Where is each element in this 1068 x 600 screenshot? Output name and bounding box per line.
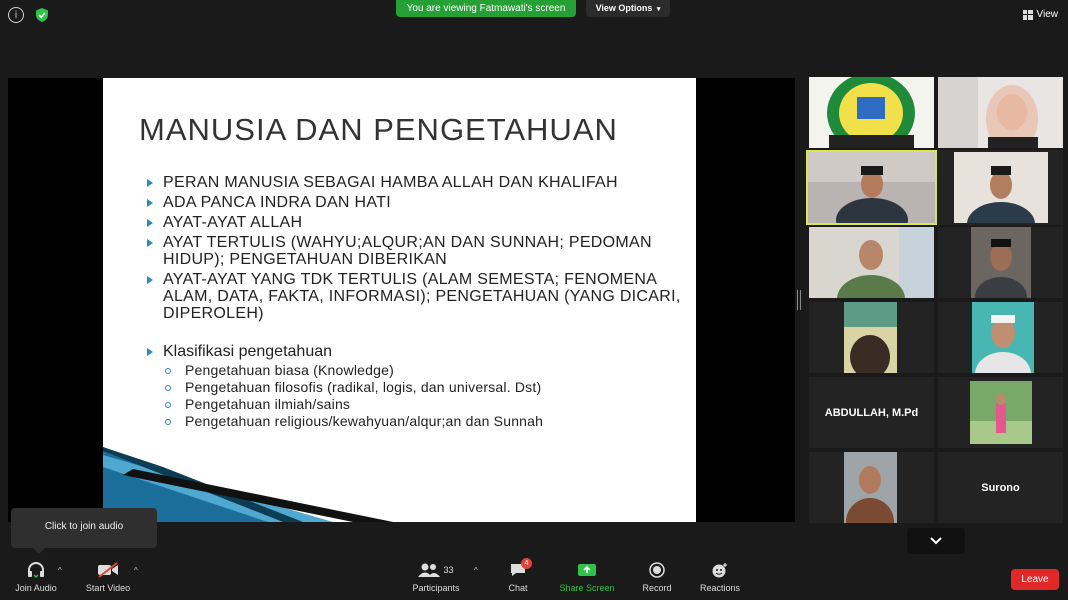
- participant-name: Surono: [981, 481, 1020, 494]
- participant-video: [938, 77, 1063, 148]
- participant-video-tile[interactable]: [809, 77, 934, 148]
- view-button[interactable]: View: [1022, 9, 1059, 20]
- chevron-down-icon: [930, 537, 942, 545]
- view-label: View: [1036, 9, 1059, 20]
- record-button[interactable]: Record: [622, 560, 692, 593]
- participant-video: [971, 227, 1031, 298]
- participant-video-tile[interactable]: [938, 302, 1063, 373]
- participant-name-tile[interactable]: Surono: [938, 452, 1063, 523]
- view-options-button[interactable]: View Options ▾: [586, 0, 670, 17]
- participant-video: [954, 152, 1048, 223]
- viewing-screen-banner: You are viewing Fatmawati's screen: [396, 0, 576, 17]
- participant-name-tile[interactable]: ABDULLAH, M.Pd: [809, 377, 934, 448]
- chat-badge: 4: [521, 558, 532, 569]
- klasifikasi-item: Pengetahuan biasa (Knowledge): [163, 362, 685, 379]
- participants-label: Participants: [412, 583, 460, 593]
- panel-resize-handle[interactable]: [797, 290, 801, 310]
- participant-video: [972, 302, 1034, 373]
- video-options-caret[interactable]: ^: [134, 566, 138, 575]
- smiley-icon: [712, 563, 727, 578]
- presentation-slide: MANUSIA DAN PENGETAHUAN PERAN MANUSIA SE…: [103, 78, 696, 522]
- participant-video-tile[interactable]: [809, 227, 934, 298]
- slide-bullet: PERAN MANUSIA SEBAGAI HAMBA ALLAH DAN KH…: [145, 174, 685, 191]
- chat-label: Chat: [508, 583, 528, 593]
- top-left-icons: i: [8, 7, 50, 23]
- participant-video: [970, 381, 1032, 444]
- info-icon[interactable]: i: [8, 7, 24, 23]
- participants-options-caret[interactable]: ^: [474, 566, 478, 575]
- participant-video: [844, 452, 897, 523]
- participant-video-tile[interactable]: [938, 150, 1063, 225]
- gallery-next-button[interactable]: [907, 528, 965, 554]
- reactions-button[interactable]: Reactions: [685, 560, 755, 593]
- participant-video-tile[interactable]: [938, 377, 1063, 448]
- reactions-label: Reactions: [699, 583, 741, 593]
- start-video-label: Start Video: [85, 583, 131, 593]
- share-screen-button[interactable]: Share Screen: [552, 560, 622, 593]
- shared-screen[interactable]: MANUSIA DAN PENGETAHUAN PERAN MANUSIA SE…: [8, 78, 795, 522]
- participant-video-tile[interactable]: [809, 452, 934, 523]
- participants-icon: [418, 563, 441, 577]
- klasifikasi-item: Pengetahuan filosofis (radikal, logis, d…: [163, 379, 685, 396]
- meeting-toolbar: Join Audio ^ Start Video ^ 33 Participan…: [0, 556, 1068, 600]
- school-logo-image: [809, 77, 934, 148]
- klasifikasi-item: Pengetahuan ilmiah/sains: [163, 396, 685, 413]
- view-options-label: View Options: [595, 3, 653, 13]
- klasifikasi-list: Pengetahuan biasa (Knowledge) Pengetahua…: [163, 362, 685, 430]
- participants-button[interactable]: 33 Participants: [401, 560, 471, 593]
- participant-video-tile[interactable]: [938, 227, 1063, 298]
- klasifikasi-section: Klasifikasi pengetahuan Pengetahuan bias…: [145, 342, 685, 430]
- klasifikasi-item: Pengetahuan religious/kewahyuan/alqur;an…: [163, 413, 685, 430]
- record-icon: [649, 562, 665, 578]
- join-audio-label: Join Audio: [15, 583, 57, 593]
- slide-corner-decoration: [103, 447, 393, 522]
- start-video-button[interactable]: Start Video: [73, 560, 143, 593]
- share-screen-label: Share Screen: [559, 583, 615, 593]
- grid-view-icon: [1022, 9, 1033, 20]
- chat-button[interactable]: 4 Chat: [483, 558, 553, 593]
- klasifikasi-heading: Klasifikasi pengetahuan: [145, 342, 685, 362]
- share-screen-icon: [578, 564, 596, 576]
- slide-bullet-list: PERAN MANUSIA SEBAGAI HAMBA ALLAH DAN KH…: [145, 174, 685, 325]
- zoom-meeting-window: i You are viewing Fatmawati's screen Vie…: [0, 0, 1068, 600]
- participant-video-tile[interactable]: [938, 77, 1063, 148]
- slide-bullet: AYAT-AYAT YANG TDK TERTULIS (ALAM SEMEST…: [145, 271, 685, 322]
- video-off-icon: [98, 562, 118, 578]
- join-audio-button[interactable]: Join Audio: [1, 560, 71, 593]
- chevron-down-icon: ▾: [656, 6, 661, 13]
- leave-button[interactable]: Leave: [1011, 569, 1059, 590]
- participant-video: [809, 227, 934, 298]
- shield-check-icon[interactable]: [34, 7, 50, 23]
- join-audio-tooltip: Click to join audio: [11, 508, 157, 554]
- slide-bullet: AYAT-AYAT ALLAH: [145, 214, 685, 231]
- participant-name: ABDULLAH, M.Pd: [824, 406, 919, 419]
- record-label: Record: [642, 583, 672, 593]
- slide-title: MANUSIA DAN PENGETAHUAN: [139, 112, 618, 147]
- headphones-icon: [28, 562, 44, 579]
- participant-video: [808, 152, 935, 223]
- slide-bullet: ADA PANCA INDRA DAN HATI: [145, 194, 685, 211]
- slide-bullet: AYAT TERTULIS (WAHYU;ALQUR;AN DAN SUNNAH…: [145, 234, 685, 268]
- participants-count: 33: [443, 565, 454, 575]
- active-speaker-tile[interactable]: [806, 150, 937, 225]
- participant-video: [844, 302, 897, 373]
- audio-options-caret[interactable]: ^: [58, 566, 62, 575]
- participant-video-tile[interactable]: [809, 302, 934, 373]
